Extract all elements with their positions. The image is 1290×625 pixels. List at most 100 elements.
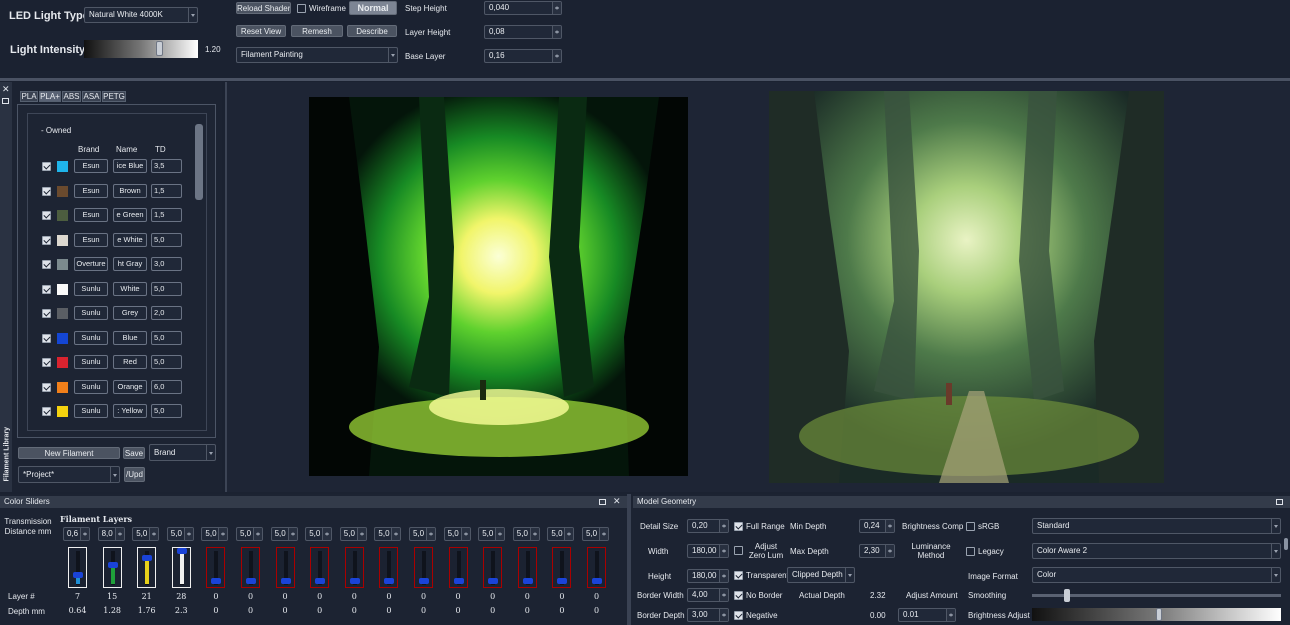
- filament-name-field[interactable]: Blue: [113, 330, 147, 345]
- height-field[interactable]: 180,00: [687, 569, 729, 583]
- mode-select[interactable]: Filament Painting: [236, 47, 398, 63]
- transmission-distance-field[interactable]: 8,0: [97, 527, 125, 541]
- close-icon[interactable]: ✕: [613, 496, 621, 507]
- filament-td-field[interactable]: 5,0: [151, 355, 182, 369]
- transmission-distance-field[interactable]: 5,0: [339, 527, 367, 541]
- filament-list-scrollbar[interactable]: [195, 124, 203, 200]
- filament-layer-slider[interactable]: [102, 547, 122, 588]
- spinner-icon[interactable]: [564, 528, 574, 540]
- spinner-icon[interactable]: [80, 528, 89, 540]
- spinner-icon[interactable]: [552, 50, 561, 62]
- spinner-icon[interactable]: [885, 520, 894, 532]
- new-filament-button[interactable]: New Filament: [18, 447, 120, 459]
- filament-layer-slider[interactable]: [68, 547, 87, 588]
- negative-checkbox[interactable]: [734, 611, 743, 620]
- project-select[interactable]: *Project*: [18, 466, 120, 483]
- filament-td-field[interactable]: 5,0: [151, 404, 182, 418]
- filament-td-field[interactable]: 1,5: [151, 183, 182, 198]
- slider-handle[interactable]: [453, 578, 464, 584]
- brightness-comp-select[interactable]: Standard: [1032, 518, 1281, 534]
- spinner-icon[interactable]: [253, 528, 262, 540]
- filament-layer-slider[interactable]: [552, 547, 572, 588]
- adjust-amount-field[interactable]: 0.01: [898, 608, 956, 622]
- filament-brand-field[interactable]: Esun: [74, 183, 108, 198]
- filament-name-field[interactable]: Grey: [113, 306, 147, 320]
- tab-abs[interactable]: ABS: [62, 91, 81, 102]
- filament-layer-slider[interactable]: [448, 547, 468, 588]
- reset-view-button[interactable]: Reset View: [236, 25, 286, 37]
- filament-brand-field[interactable]: Esun: [74, 159, 108, 173]
- filament-layer-slider[interactable]: [344, 547, 364, 588]
- smoothing-slider[interactable]: [1032, 589, 1281, 602]
- light-intensity-slider-handle[interactable]: [156, 41, 163, 56]
- filament-brand-field[interactable]: Overture: [74, 257, 108, 271]
- step-height-field[interactable]: 0,040: [484, 1, 562, 15]
- spinner-icon[interactable]: [719, 545, 728, 557]
- slider-handle[interactable]: [246, 578, 256, 584]
- filament-name-field[interactable]: : Yellow: [113, 404, 147, 418]
- slider-handle[interactable]: [419, 578, 429, 584]
- filament-td-field[interactable]: 5,0: [151, 232, 182, 247]
- transmission-distance-field[interactable]: 5,0: [478, 527, 506, 541]
- filament-layer-slider[interactable]: [137, 547, 157, 588]
- transmission-distance-field[interactable]: 5,0: [582, 527, 609, 541]
- transmission-distance-field[interactable]: 5,0: [166, 527, 194, 541]
- filament-td-field[interactable]: 5,0: [151, 330, 182, 345]
- filament-owned-checkbox[interactable]: [42, 186, 51, 196]
- filament-brand-field[interactable]: Esun: [74, 232, 108, 247]
- filament-brand-field[interactable]: Sunlu: [74, 306, 108, 320]
- transmission-distance-field[interactable]: 5,0: [512, 527, 540, 541]
- filament-td-field[interactable]: 5,0: [151, 281, 182, 296]
- spinner-icon[interactable]: [391, 528, 401, 540]
- tab-petg[interactable]: PETG: [102, 91, 126, 102]
- filament-td-field[interactable]: 3,0: [151, 257, 182, 271]
- spinner-icon[interactable]: [599, 528, 608, 540]
- spinner-icon[interactable]: [322, 528, 332, 540]
- slider-handle[interactable]: [107, 562, 118, 568]
- filament-name-field[interactable]: Brown: [113, 183, 147, 198]
- slider-handle[interactable]: [73, 572, 83, 578]
- filament-layer-slider[interactable]: [414, 547, 433, 588]
- filament-name-field[interactable]: e White: [113, 232, 147, 247]
- filament-layer-slider[interactable]: [483, 547, 503, 588]
- min-depth-field[interactable]: 0,24: [859, 519, 895, 533]
- adjust-zero-lum-checkbox[interactable]: [734, 546, 743, 555]
- spinner-icon[interactable]: [218, 528, 228, 540]
- close-icon[interactable]: ✕: [2, 84, 10, 95]
- filament-layer-slider[interactable]: [517, 547, 537, 588]
- image-format-select[interactable]: Color: [1032, 567, 1281, 583]
- full-range-checkbox[interactable]: [734, 522, 743, 531]
- tab-asa[interactable]: ASA: [82, 91, 101, 102]
- filament-owned-checkbox[interactable]: [42, 260, 51, 269]
- spinner-icon[interactable]: [149, 528, 159, 540]
- filament-brand-field[interactable]: Sunlu: [74, 330, 108, 345]
- transmission-distance-field[interactable]: 5,0: [305, 527, 333, 541]
- tab-pla[interactable]: PLA: [20, 91, 38, 102]
- transmission-distance-field[interactable]: 5,0: [201, 527, 229, 541]
- base-layer-field[interactable]: 0,16: [484, 49, 562, 63]
- border-depth-field[interactable]: 3,00: [687, 608, 729, 622]
- remesh-button[interactable]: Remesh: [291, 25, 343, 37]
- transmission-distance-field[interactable]: 5,0: [270, 527, 298, 541]
- clip-mode-select[interactable]: Clipped Depth: [787, 567, 855, 583]
- filament-name-field[interactable]: White: [113, 281, 147, 296]
- normal-button[interactable]: Normal: [349, 1, 397, 15]
- filament-layer-slider[interactable]: [379, 547, 399, 588]
- spinner-icon[interactable]: [552, 26, 561, 38]
- led-light-type-select[interactable]: Natural White 4000K: [84, 7, 198, 23]
- slider-handle[interactable]: [522, 578, 533, 584]
- update-button[interactable]: /Upd: [124, 467, 145, 482]
- no-border-checkbox[interactable]: [734, 591, 743, 600]
- transmission-distance-field[interactable]: 5,0: [132, 527, 160, 541]
- spinner-icon[interactable]: [719, 520, 728, 532]
- filament-layer-slider[interactable]: [310, 547, 330, 588]
- filament-owned-checkbox[interactable]: [42, 407, 51, 416]
- spinner-icon[interactable]: [552, 2, 561, 14]
- panel-scrollbar[interactable]: [1284, 538, 1288, 550]
- srgb-checkbox[interactable]: [966, 522, 975, 531]
- save-button[interactable]: Save: [123, 447, 145, 459]
- filament-td-field[interactable]: 6,0: [151, 379, 182, 394]
- filament-owned-checkbox[interactable]: [42, 235, 51, 245]
- filament-name-field[interactable]: ht Gray: [113, 257, 147, 271]
- transmission-distance-field[interactable]: 5,0: [374, 527, 402, 541]
